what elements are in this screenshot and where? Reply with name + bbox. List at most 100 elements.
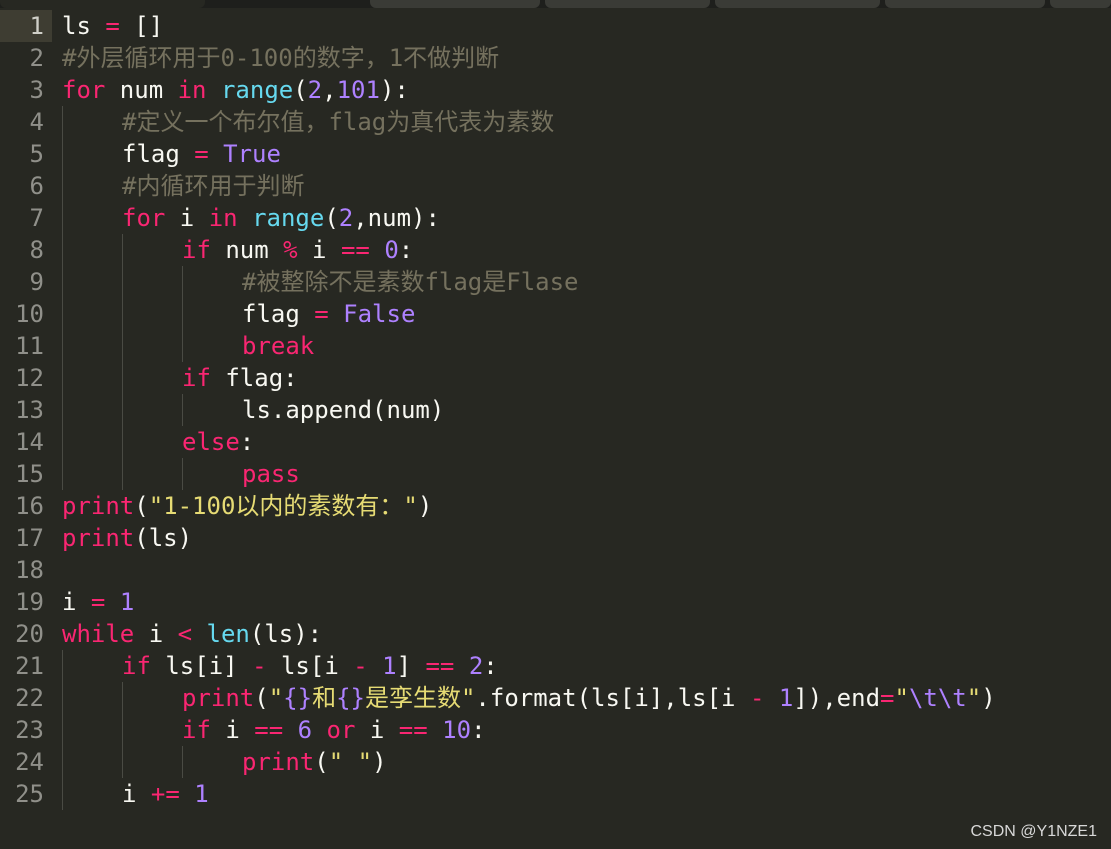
code-line[interactable]: 21 if ls[i] - ls[i - 1] == 2:: [0, 650, 1111, 682]
indent-guide: [62, 746, 63, 778]
line-text: for num in range(2,101):: [62, 74, 409, 106]
code-token: else: [182, 428, 240, 456]
code-token: <: [177, 620, 193, 648]
code-line[interactable]: 1 ls = []: [0, 10, 1111, 42]
line-text: ls = []: [62, 10, 163, 42]
code-line[interactable]: 12 if flag:: [0, 362, 1111, 394]
code-token: 2: [338, 204, 354, 232]
code-line[interactable]: 5 flag = True: [0, 138, 1111, 170]
code-token: #内循环用于判断: [122, 172, 305, 200]
code-token: in: [208, 204, 238, 232]
code-token: i: [297, 236, 341, 264]
tab-active[interactable]: [0, 0, 205, 8]
code-token: ls[i]: [150, 652, 253, 680]
line-number: 17: [15, 524, 44, 552]
indent-guide: [62, 170, 63, 202]
code-token: :: [483, 652, 498, 680]
line-text: flag = True: [122, 138, 281, 170]
code-token: #外层循环用于0-100的数字，1不做判断: [62, 44, 500, 72]
code-editor[interactable]: 1 ls = [] 2 #外层循环用于0-100的数字，1不做判断 3 for num i…: [0, 0, 1111, 849]
code-token: for: [62, 76, 106, 104]
line-text: #被整除不是素数flag是Flase: [242, 266, 579, 298]
code-token: 1: [382, 652, 397, 680]
tab[interactable]: [370, 0, 540, 8]
indent-guide: [122, 714, 123, 746]
code-token: #被整除不是素数flag是Flase: [242, 268, 579, 296]
code-token: range: [220, 76, 294, 104]
code-token: in: [177, 76, 207, 104]
code-line[interactable]: 13 ls.append(num): [0, 394, 1111, 426]
indent-guide: [62, 234, 63, 266]
line-number: 19: [15, 588, 44, 616]
code-token: ): [981, 684, 996, 712]
code-line[interactable]: 10 flag = False: [0, 298, 1111, 330]
code-line[interactable]: 11 break: [0, 330, 1111, 362]
line-number: 9: [29, 268, 44, 296]
indent-guide: [182, 394, 183, 426]
code-token: break: [242, 332, 315, 360]
code-line[interactable]: 17 print(ls): [0, 522, 1111, 554]
code-line[interactable]: 20 while i < len(ls):: [0, 618, 1111, 650]
code-token: if: [122, 652, 151, 680]
line-number: 7: [29, 204, 44, 232]
code-area[interactable]: 1 ls = [] 2 #外层循环用于0-100的数字，1不做判断 3 for num i…: [0, 10, 1111, 810]
indent-guide: [62, 458, 63, 490]
code-token: print: [182, 684, 255, 712]
code-token: num: [210, 236, 284, 264]
line-number: 22: [15, 684, 44, 712]
code-token: (: [254, 684, 269, 712]
code-token: 是孪生数": [364, 684, 476, 712]
code-line[interactable]: 16 print("1-100以内的素数有："): [0, 490, 1111, 522]
code-token: if: [182, 236, 211, 264]
code-line[interactable]: 9 #被整除不是素数flag是Flase: [0, 266, 1111, 298]
tab[interactable]: [545, 0, 710, 8]
code-token: =: [90, 588, 106, 616]
code-token: (: [134, 492, 149, 520]
code-line[interactable]: 8 if num % i == 0:: [0, 234, 1111, 266]
code-token: ):: [379, 76, 409, 104]
line-number: 5: [29, 140, 44, 168]
code-token: ls[i: [266, 652, 354, 680]
code-token: []: [119, 12, 164, 40]
line-text: print(" "): [242, 746, 387, 778]
code-line[interactable]: 14 else:: [0, 426, 1111, 458]
code-line[interactable]: 6 #内循环用于判断: [0, 170, 1111, 202]
code-token: ]: [396, 652, 426, 680]
code-line[interactable]: 24 print(" "): [0, 746, 1111, 778]
code-line[interactable]: 3 for num in range(2,101):: [0, 74, 1111, 106]
code-token: flag:: [210, 364, 298, 392]
code-token: range: [252, 204, 325, 232]
code-line[interactable]: 4 #定义一个布尔值，flag为真代表为素数: [0, 106, 1111, 138]
indent-guide: [62, 362, 63, 394]
line-number: 24: [15, 748, 44, 776]
code-token: ls.append(num): [242, 396, 445, 424]
tab[interactable]: [885, 0, 1045, 8]
line-text: print("{}和{}是孪生数".format(ls[i],ls[i - 1]…: [182, 682, 996, 714]
code-line[interactable]: 23 if i == 6 or i == 10:: [0, 714, 1111, 746]
tab[interactable]: [1050, 0, 1111, 8]
code-token: ": [894, 684, 909, 712]
line-text: #内循环用于判断: [122, 170, 304, 202]
code-line[interactable]: 25 i += 1: [0, 778, 1111, 810]
line-number: 3: [29, 76, 44, 104]
code-line[interactable]: 7 for i in range(2,num):: [0, 202, 1111, 234]
code-line[interactable]: 18: [0, 554, 1111, 586]
indent-guide: [182, 298, 183, 330]
code-line[interactable]: 2 #外层循环用于0-100的数字，1不做判断: [0, 42, 1111, 74]
code-token: \t\t: [908, 684, 967, 712]
line-number: 13: [15, 396, 44, 424]
indent-guide: [62, 778, 63, 810]
code-token: i: [165, 204, 209, 232]
code-line[interactable]: 15 pass: [0, 458, 1111, 490]
code-token: 1: [119, 588, 135, 616]
code-line[interactable]: 22 print("{}和{}是孪生数".format(ls[i],ls[i - …: [0, 682, 1111, 714]
code-line[interactable]: 19 i = 1: [0, 586, 1111, 618]
tab[interactable]: [715, 0, 880, 8]
code-token: ): [417, 492, 433, 520]
code-token: ": [268, 684, 284, 712]
line-number: 15: [15, 460, 44, 488]
tab-bar: [0, 0, 1111, 8]
